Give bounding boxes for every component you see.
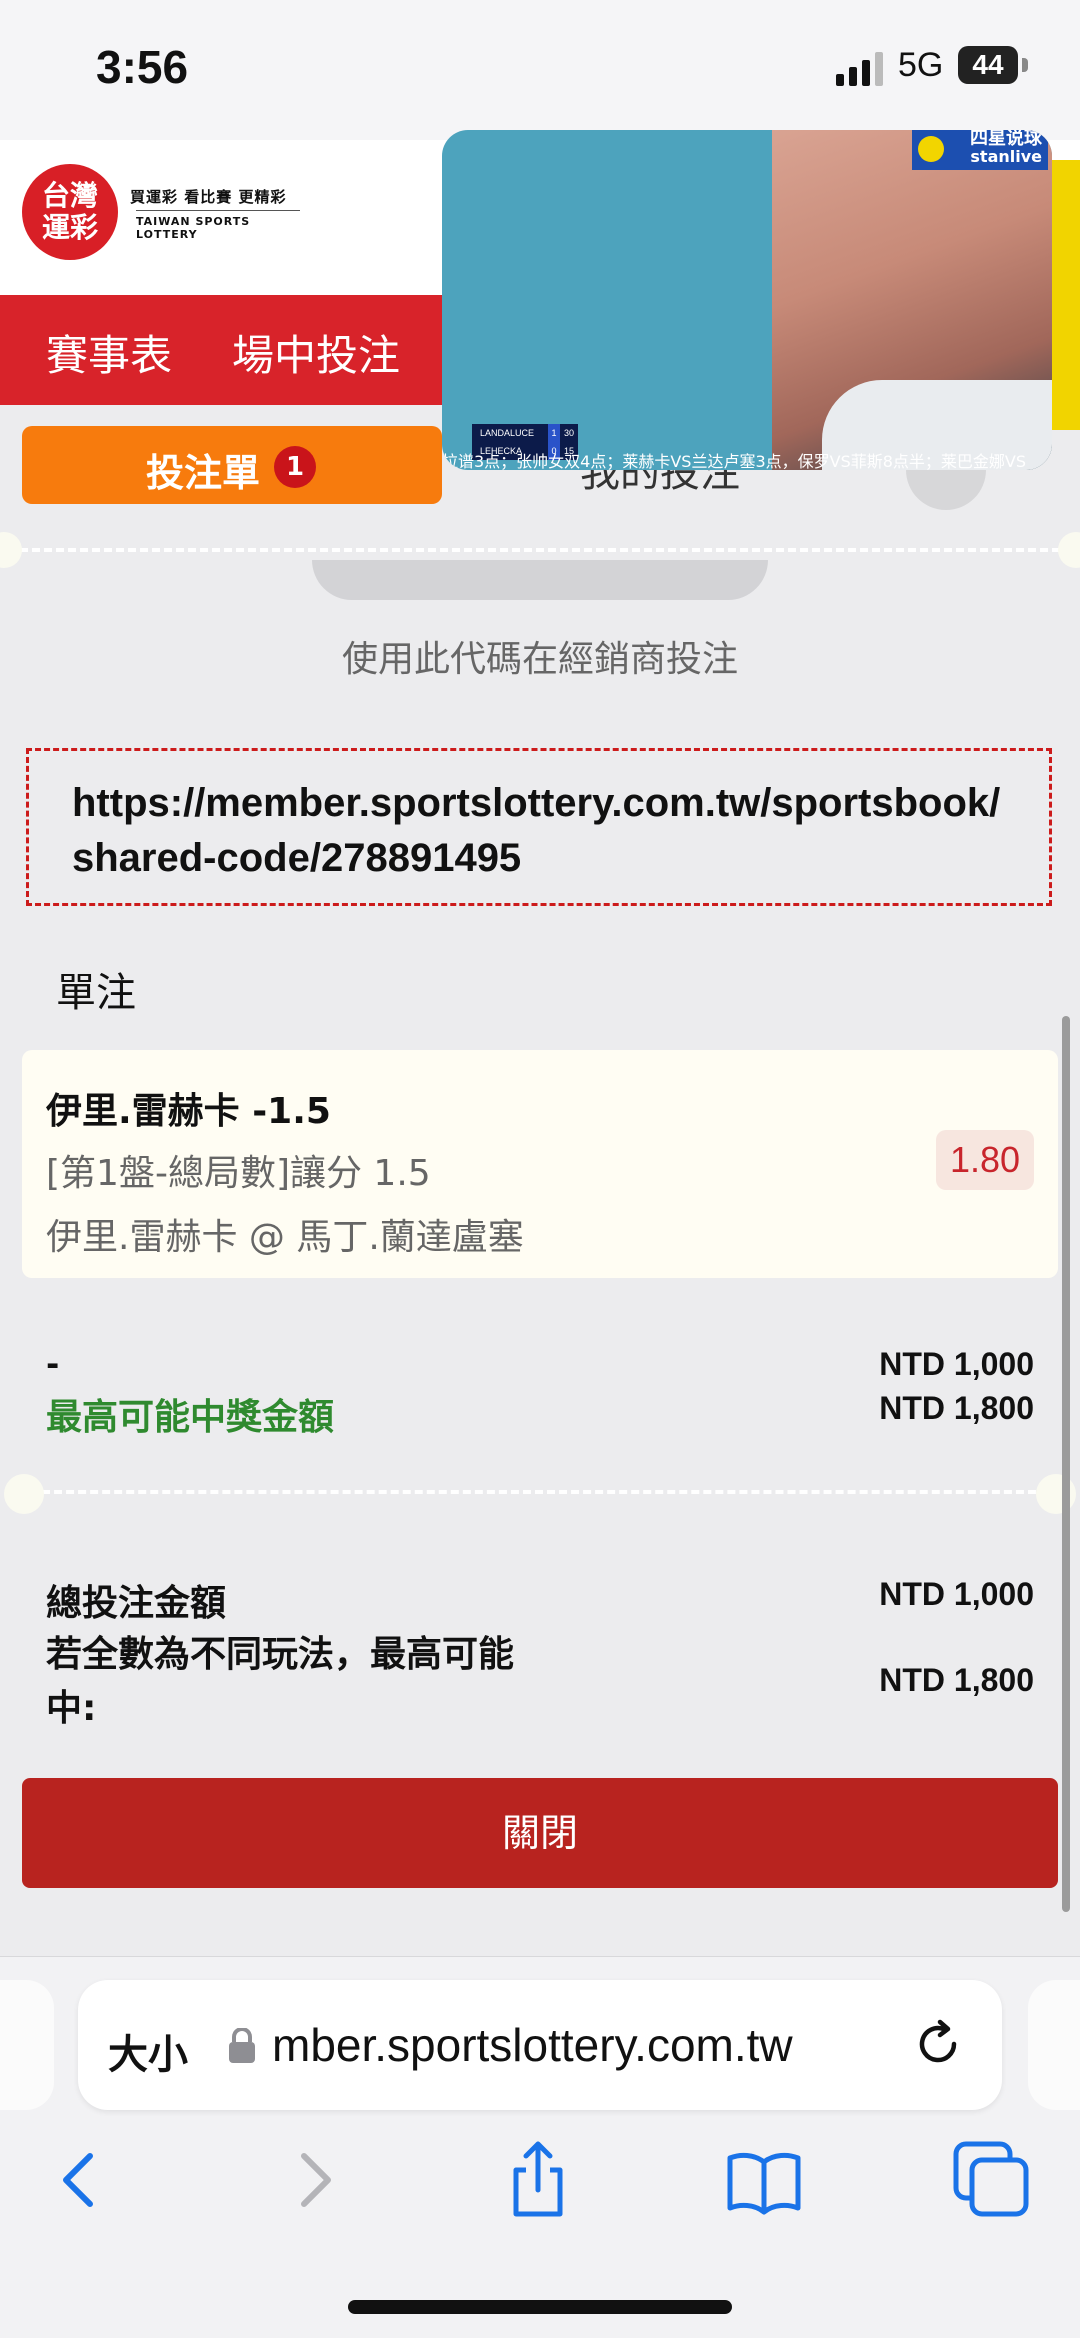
bet-market: [第1盤-總局數]讓分 1.5 [46, 1153, 431, 1194]
share-url[interactable]: https://member.sportslottery.com.tw/spor… [72, 776, 1012, 886]
betslip-button[interactable]: 投注單 1 [22, 426, 442, 504]
previous-tab-peek[interactable] [0, 1980, 54, 2110]
battery-tip [1022, 58, 1028, 72]
text-size-label: 大小 [108, 2032, 188, 2078]
ticket-divider [20, 548, 1060, 552]
logo-line-1: 台灣 [41, 179, 98, 212]
address-url[interactable]: mber.sportslottery.com.tw [272, 2018, 793, 2072]
single-bet-title: 單注 [56, 970, 136, 1016]
player-sets: 1 [548, 424, 560, 442]
stake-label: - [46, 1345, 60, 1383]
site-tagline: 買運彩 看比賽 更精彩 [130, 188, 287, 206]
banner-edge [1052, 160, 1080, 430]
betslip-count-badge: 1 [274, 446, 316, 488]
lock-icon [229, 2028, 255, 2063]
max-win-label: 最高可能中獎金額 [46, 1397, 335, 1438]
back-icon[interactable] [40, 2140, 120, 2220]
bet-selection: 伊里.雷赫卡 -1.5 [46, 1091, 331, 1132]
bet-odds-badge: 1.80 [936, 1130, 1034, 1190]
video-ticker: 拉谱3点；张帅女双4点；莱赫卡VS兰达卢塞3点，保罗VS菲斯8点半；莱巴金娜VS [442, 452, 1027, 470]
player-name: LANDALUCE [480, 428, 535, 438]
share-code-hint: 使用此代碼在經銷商投注 [341, 639, 738, 680]
site-tagline-en: TAIWAN SPORTS LOTTERY [136, 210, 300, 241]
ticket-notch [1058, 532, 1080, 568]
forward-icon[interactable] [274, 2140, 354, 2220]
brand-dot-icon [918, 136, 944, 162]
home-indicator[interactable] [348, 2300, 732, 2314]
score-row: LANDALUCE 1 30 [472, 424, 578, 442]
ticket-notch [0, 532, 22, 568]
ticket-divider [30, 1490, 1060, 1494]
stake-amount: NTD 1,000 [879, 1346, 1034, 1382]
nav-item-schedule[interactable]: 賽事表 [46, 322, 172, 383]
max-win-amount: NTD 1,800 [879, 1390, 1034, 1426]
next-tab-peek[interactable] [1028, 1980, 1080, 2110]
cellular-signal-icon [836, 52, 883, 86]
close-button[interactable]: 關閉 [22, 1778, 1058, 1888]
ticket-notch [1036, 1474, 1076, 1514]
bookmarks-icon[interactable] [724, 2140, 804, 2220]
player-points: 30 [563, 428, 574, 438]
tabs-icon[interactable] [952, 2140, 1032, 2220]
total-stake-amount: NTD 1,000 [879, 1576, 1034, 1612]
max-possible-amount: NTD 1,800 [879, 1662, 1034, 1698]
text-size-button[interactable]: 大小 [108, 2022, 188, 2080]
status-time: 3:56 [96, 41, 189, 93]
battery-icon: 44 [958, 46, 1018, 84]
stream-brand-logo: 四星说球 stanlive [912, 130, 1048, 170]
betslip-label: 投注單 [146, 451, 261, 495]
network-type: 5G [898, 46, 944, 84]
barcode-bottom [312, 560, 768, 600]
site-logo[interactable]: 台灣 運彩 [22, 164, 118, 260]
bet-match: 伊里.雷赫卡 @ 馬丁.蘭達盧塞 [46, 1217, 524, 1258]
share-icon[interactable] [498, 2140, 578, 2220]
ticket-notch [4, 1474, 44, 1514]
reload-icon[interactable] [910, 2016, 966, 2072]
scrollbar[interactable] [1062, 1016, 1070, 1912]
logo-line-2: 運彩 [41, 211, 98, 244]
total-stake-label: 總投注金額 [46, 1583, 227, 1624]
max-possible-label: 若全數為不同玩法，最高可能中: [46, 1634, 515, 1729]
nav-item-live-betting[interactable]: 場中投注 [232, 322, 400, 383]
live-video-pip[interactable]: 四星说球 stanlive LANDALUCE 1 30 LEHECKA 0 1… [442, 130, 1052, 470]
